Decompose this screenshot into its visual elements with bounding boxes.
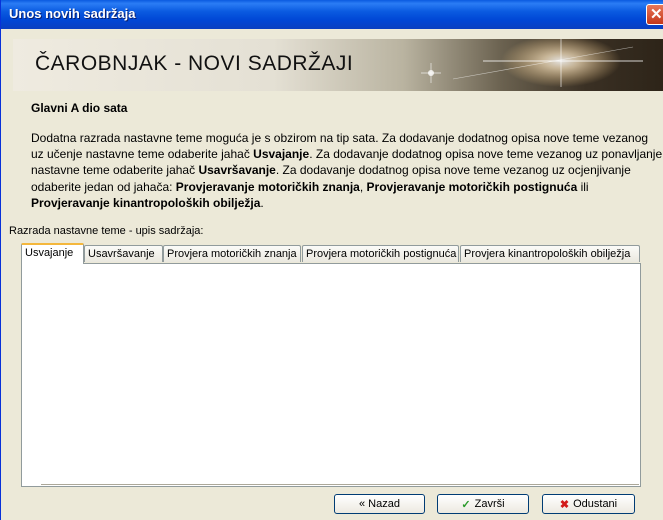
finish-button-label: Završi [474, 498, 505, 510]
desc-bold: Provjeravanje motoričkih postignuća [366, 179, 578, 194]
desc-bold: Usavršavanje [198, 163, 276, 178]
section-title: Glavni A dio sata [31, 101, 128, 115]
finish-button[interactable]: ✓ Završi [437, 494, 529, 514]
wizard-window: Unos novih sadržaja ✕ ČAROBNJAK - NOVI S… [0, 0, 663, 520]
tab-usvajanje[interactable]: Usvajanje [21, 243, 84, 264]
desc-part: ili [577, 179, 589, 194]
desc-bold: Usvajanje [253, 147, 310, 162]
description-text: Dodatna razrada nastavne teme moguća je … [31, 130, 663, 211]
banner-title: ČAROBNJAK - NOVI SADRŽAJI [35, 52, 354, 75]
back-button-label: « Nazad [359, 498, 400, 510]
checkmark-icon: ✓ [461, 498, 471, 511]
back-button[interactable]: « Nazad [334, 494, 425, 514]
tab-provjera-motorickih-postignuca[interactable]: Provjera motoričkih postignuća [302, 245, 459, 262]
cancel-button[interactable]: ✖ Odustani [542, 494, 635, 514]
close-button[interactable]: ✕ [646, 4, 663, 25]
x-icon: ✖ [559, 498, 570, 511]
tab-content-editor[interactable] [21, 263, 641, 487]
button-separator [41, 484, 639, 486]
wizard-banner: ČAROBNJAK - NOVI SADRŽAJI [13, 39, 663, 91]
tab-usavrsavanje[interactable]: Usavršavanje [84, 245, 163, 262]
cancel-button-label: Odustani [573, 498, 618, 510]
title-bar[interactable]: Unos novih sadržaja ✕ [1, 0, 663, 29]
desc-part: , [359, 179, 367, 194]
close-icon: ✕ [650, 6, 663, 23]
tab-provjera-motorickih-znanja[interactable]: Provjera motoričkih znanja [163, 245, 301, 262]
content-entry-label: Razrada nastavne teme - upis sadržaja: [9, 225, 204, 237]
desc-bold: Provjeravanje kinantropoloških obilježja [31, 195, 261, 210]
desc-part: . [260, 195, 264, 210]
window-title: Unos novih sadržaja [9, 6, 136, 21]
desc-bold: Provjeravanje motoričkih znanja [175, 179, 360, 194]
tab-provjera-kinantropoloskih-obiljezja[interactable]: Provjera kinantropoloških obilježja [460, 245, 640, 262]
